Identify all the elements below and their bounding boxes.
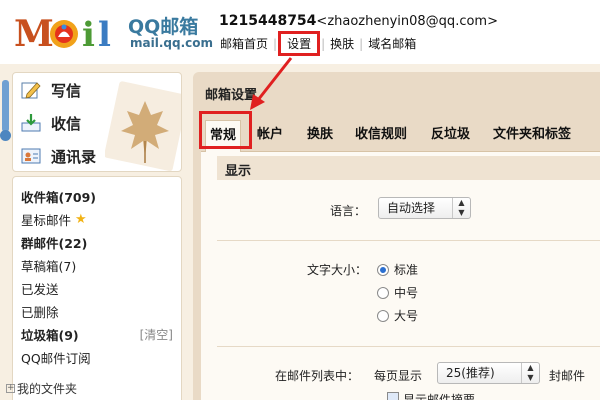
settings-content: 显示 语言： 自动选择 ▲ ▼ 文字大小： 标准 中号 大号 在邮件列表中： 每页… (201, 152, 600, 400)
font-size-large[interactable]: 大号 (377, 307, 418, 324)
svg-text:l: l (98, 15, 111, 54)
folder-group-mail-label: 群邮件(22) (21, 236, 88, 251)
per-page-value: 25(推荐) (446, 366, 495, 380)
mail-list-label: 在邮件列表中： (275, 369, 360, 383)
section-title: 显示 (225, 164, 252, 179)
sidebar: 写信 收信 通讯录 收件箱(709) 星标邮件 ★ 群邮件(22) 草稿箱(7)… (0, 68, 186, 400)
pencil-icon (21, 82, 41, 99)
show-summary-checkbox[interactable] (387, 392, 399, 400)
nav-home[interactable]: 邮箱首页 (219, 35, 269, 52)
font-size-label: 文字大小： (307, 263, 368, 277)
select-arrows-icon: ▲ ▼ (452, 198, 470, 218)
folder-starred[interactable]: 星标邮件 ★ (21, 210, 87, 229)
tab-folders-labels[interactable]: 文件夹和标签 (493, 120, 571, 150)
folder-sent-label: 已发送 (21, 282, 59, 297)
account-line: 1215448754<zhaozhenyin08@qq.com> (219, 13, 498, 29)
nav-settings[interactable]: 设置 (278, 31, 321, 56)
page-title: 邮箱设置 (205, 88, 258, 103)
compose-button[interactable]: 写信 (21, 75, 121, 105)
font-size-medium-label: 中号 (394, 286, 419, 300)
scroll-thumb[interactable] (2, 80, 9, 132)
tab-skin[interactable]: 换肤 (307, 120, 333, 150)
contact-card-icon (21, 148, 41, 164)
brand-title: QQ邮箱 (128, 16, 199, 38)
language-select[interactable]: 自动选择 ▲ ▼ (378, 197, 471, 219)
action-panel: 写信 收信 通讯录 (12, 72, 182, 172)
tab-account[interactable]: 帐户 (257, 120, 283, 150)
qq-mail-logo[interactable]: M i l (14, 10, 124, 54)
folder-inbox[interactable]: 收件箱(709) (21, 187, 96, 206)
contacts-label: 通讯录 (51, 147, 97, 166)
header: M i l QQ邮箱 mail.qq.com 1215448754<zhaozh… (0, 0, 600, 64)
divider (217, 240, 600, 241)
brand-url: mail.qq.com (130, 36, 213, 50)
font-size-standard-label: 标准 (394, 263, 419, 277)
folder-subscriptions[interactable]: QQ邮件订阅 (21, 348, 91, 367)
select-arrows-icon: ▲ ▼ (521, 363, 539, 383)
section-header: 显示 (217, 156, 600, 180)
folder-list: 收件箱(709) 星标邮件 ★ 群邮件(22) 草稿箱(7) 已发送 已删除 垃… (12, 176, 182, 400)
svg-text:M: M (14, 13, 54, 54)
tab-highlight-box (199, 111, 252, 149)
tab-mail-rules[interactable]: 收信规则 (355, 120, 407, 150)
receive-button[interactable]: 收信 (21, 108, 121, 138)
svg-text:i: i (82, 15, 95, 54)
radio-selected-icon[interactable] (377, 263, 389, 276)
font-size-standard[interactable]: 标准 (377, 261, 418, 278)
per-page-prefix: 每页显示 (374, 369, 423, 383)
tab-anti-spam[interactable]: 反垃圾 (431, 120, 470, 150)
sidebar-scrollbar[interactable] (0, 80, 11, 141)
show-summary-label: 显示邮件摘要 (403, 393, 476, 400)
font-size-large-label: 大号 (394, 309, 419, 323)
language-value: 自动选择 (387, 201, 436, 215)
account-email: <zhaozhenyin08@qq.com> (316, 14, 498, 29)
radio-icon[interactable] (377, 286, 389, 299)
folder-spam-label: 垃圾箱(9) (21, 328, 79, 343)
receive-label: 收信 (51, 114, 82, 133)
folder-sent[interactable]: 已发送 (21, 279, 59, 298)
nav-domain-mail[interactable]: 域名邮箱 (367, 35, 417, 52)
folder-drafts-label: 草稿箱(7) (21, 259, 77, 274)
folder-deleted-label: 已删除 (21, 305, 59, 320)
folder-inbox-label: 收件箱(709) (21, 190, 97, 205)
per-page-select[interactable]: 25(推荐) ▲ ▼ (437, 362, 540, 384)
divider (217, 346, 600, 347)
my-folders[interactable]: + 我的文件夹 (6, 380, 77, 397)
compose-label: 写信 (51, 81, 82, 100)
nav-separator: | (321, 36, 326, 51)
top-nav: 邮箱首页 | 设置 | 换肤 | 域名邮箱 (219, 31, 417, 56)
my-folders-label: 我的文件夹 (17, 382, 78, 396)
language-label: 语言： (330, 204, 367, 218)
settings-tabs: 常规 帐户 换肤 收信规则 反垃圾 文件夹和标签 (201, 116, 600, 152)
scroll-knob[interactable] (0, 130, 11, 141)
star-icon: ★ (75, 212, 87, 227)
per-page-suffix: 封邮件 (549, 369, 586, 383)
expand-plus-icon[interactable]: + (6, 384, 15, 393)
folder-drafts[interactable]: 草稿箱(7) (21, 256, 76, 275)
folder-group-mail[interactable]: 群邮件(22) (21, 233, 87, 252)
folder-subscriptions-label: QQ邮件订阅 (21, 351, 91, 366)
settings-panel: 邮箱设置 常规 帐户 换肤 收信规则 反垃圾 文件夹和标签 显示 语言： 自动选… (193, 72, 600, 400)
radio-icon[interactable] (377, 309, 389, 322)
folder-spam[interactable]: 垃圾箱(9) (21, 325, 79, 344)
font-size-medium[interactable]: 中号 (377, 284, 418, 301)
nav-separator: | (273, 36, 278, 51)
account-id: 1215448754 (219, 13, 317, 29)
folder-deleted[interactable]: 已删除 (21, 302, 59, 321)
inbox-download-icon (21, 114, 41, 132)
folder-starred-label: 星标邮件 (21, 213, 72, 228)
clear-spam-link[interactable]: [清空] (140, 326, 173, 343)
nav-skin[interactable]: 换肤 (329, 35, 355, 52)
contacts-button[interactable]: 通讯录 (21, 141, 121, 171)
nav-separator: | (359, 36, 364, 51)
